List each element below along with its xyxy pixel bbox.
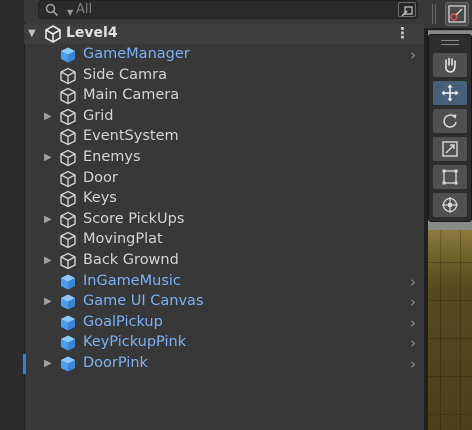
hierarchy-item[interactable]: InGameMusic ›: [24, 272, 424, 292]
hierarchy-item-label: EventSystem: [83, 128, 179, 145]
prefab-cube-icon: [61, 335, 75, 351]
hand-icon: [445, 57, 456, 73]
hierarchy-item-label: InGameMusic: [83, 272, 181, 289]
toolbar-drag-handle[interactable]: [432, 4, 436, 24]
hierarchy-toolbar: ▼ All: [24, 0, 424, 22]
unity-scene-icon: [45, 25, 61, 43]
prefab-cube-icon: [61, 356, 75, 372]
open-prefab-chevron-icon[interactable]: ›: [410, 355, 416, 373]
gameobject-cube-icon: [60, 190, 76, 208]
hierarchy-item-label: Main Camera: [83, 87, 180, 104]
hierarchy-item[interactable]: Door: [24, 169, 424, 189]
hierarchy-item-label: Side Camra: [83, 66, 167, 83]
gizmo-icon: [448, 5, 466, 23]
scale-tool[interactable]: [433, 137, 467, 161]
hierarchy-item[interactable]: GoalPickup ›: [24, 313, 424, 333]
search-placeholder: All: [76, 2, 93, 17]
hierarchy-item-label: GameManager: [83, 46, 190, 62]
hierarchy-item[interactable]: ▶ Back Grownd: [24, 251, 424, 271]
open-prefab-chevron-icon[interactable]: ›: [410, 293, 416, 311]
gameobject-cube-icon: [60, 232, 76, 249]
search-field[interactable]: ▼ All: [38, 0, 418, 19]
foldout-arrow-icon[interactable]: ▶: [44, 255, 52, 266]
hierarchy-item[interactable]: ▶ Score PickUps: [24, 210, 424, 230]
transform-tool[interactable]: [433, 193, 467, 217]
hierarchy-item-label: MovingPlat: [83, 231, 163, 248]
rotate-tool[interactable]: [433, 109, 467, 133]
foldout-arrow-icon[interactable]: ▶: [44, 214, 52, 225]
overlay-drag-handle[interactable]: [441, 40, 459, 45]
scene-menu-icon[interactable]: ⋮: [395, 24, 410, 42]
gameobject-cube-icon: [60, 87, 76, 105]
hierarchy-item-label: Back Grownd: [83, 252, 179, 268]
gameobject-cube-icon: [60, 129, 76, 146]
hierarchy-item-label: DoorPink: [83, 355, 148, 371]
hierarchy-gutter: [0, 0, 25, 430]
foldout-arrow-icon[interactable]: ▶: [44, 152, 52, 163]
hierarchy-item-label: KeyPickupPink: [83, 334, 187, 351]
gameobject-cube-icon: [60, 252, 76, 270]
hierarchy-item-label: Keys: [83, 190, 117, 207]
prefab-cube-icon: [61, 47, 75, 63]
hierarchy-item[interactable]: Keys: [24, 189, 424, 209]
rect-tool[interactable]: [433, 165, 467, 189]
hierarchy-item[interactable]: ▶ Grid: [24, 107, 424, 127]
open-prefab-chevron-icon[interactable]: ›: [410, 46, 416, 64]
hierarchy-item[interactable]: Side Camra: [24, 66, 424, 86]
hierarchy-item-label: Score PickUps: [83, 210, 185, 227]
hierarchy-item-label: Enemys: [83, 149, 141, 165]
transform-icon: [442, 197, 458, 213]
hierarchy-item-label: Grid: [83, 107, 114, 124]
gizmo-toggle-button[interactable]: [445, 2, 469, 26]
move-tool[interactable]: [433, 81, 467, 105]
scene-view-ground: [428, 230, 472, 430]
hierarchy-item[interactable]: ▶ Enemys: [24, 148, 424, 168]
hierarchy-item[interactable]: ▶ Game UI Canvas ›: [24, 292, 424, 312]
hierarchy-item[interactable]: KeyPickupPink ›: [24, 333, 424, 353]
scene-foldout-arrow-icon[interactable]: ▼: [28, 28, 36, 39]
hierarchy-item-label: Door: [83, 169, 118, 186]
prefab-cube-icon: [61, 315, 75, 331]
scene-tools-overlay: [428, 34, 472, 222]
gameobject-cube-icon: [60, 170, 76, 187]
foldout-arrow-icon[interactable]: ▶: [44, 296, 52, 307]
scene-header[interactable]: ▼ Level4 ⋮: [24, 24, 424, 44]
gameobject-cube-icon: [60, 211, 76, 228]
gameobject-cube-icon: [60, 108, 76, 125]
hierarchy-item[interactable]: ▶ DoorPink ›: [24, 354, 424, 374]
hierarchy-item-label: GoalPickup: [83, 313, 163, 330]
hierarchy-item[interactable]: MovingPlat: [24, 230, 424, 250]
search-reference-icon: [401, 6, 413, 17]
hand-tool[interactable]: [433, 53, 467, 77]
open-prefab-chevron-icon[interactable]: ›: [410, 334, 416, 352]
open-prefab-chevron-icon[interactable]: ›: [410, 314, 416, 332]
foldout-arrow-icon[interactable]: ▶: [44, 111, 52, 122]
search-by-reference-button[interactable]: [398, 2, 416, 17]
foldout-arrow-icon[interactable]: ▶: [44, 358, 52, 369]
rect-icon: [442, 169, 458, 185]
hierarchy-item[interactable]: Main Camera: [24, 86, 424, 106]
prefab-cube-icon: [61, 274, 75, 290]
search-dropdown-caret-icon[interactable]: ▼: [67, 8, 73, 17]
move-icon: [441, 84, 459, 102]
hierarchy-item-label: Game UI Canvas: [83, 293, 204, 310]
prefab-cube-icon: [61, 294, 75, 310]
hierarchy-item[interactable]: GameManager ›: [24, 45, 424, 65]
scale-icon: [442, 141, 458, 157]
scene-title: Level4: [66, 25, 118, 41]
search-icon[interactable]: [45, 3, 59, 17]
gameobject-cube-icon: [60, 149, 76, 167]
gameobject-cube-icon: [60, 67, 76, 84]
rotate-icon: [443, 114, 457, 128]
open-prefab-chevron-icon[interactable]: ›: [410, 273, 416, 291]
hierarchy-item[interactable]: EventSystem: [24, 127, 424, 147]
